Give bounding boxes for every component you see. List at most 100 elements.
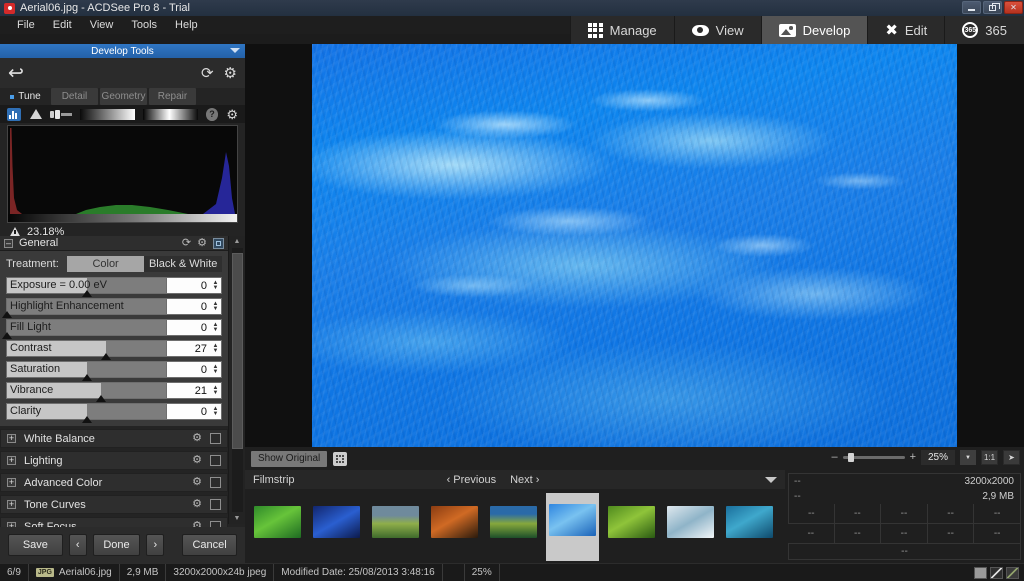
slider-vibrance-stepper[interactable]: ▲ ▼ [210,383,221,398]
thumbnail-2[interactable] [310,493,363,541]
thumbnail-1[interactable] [251,493,304,541]
general-gear-icon[interactable]: ⚙ [197,237,207,249]
slider-fill-light-value[interactable]: 0 [166,320,210,335]
slider-exposure[interactable]: Exposure = 0.00 eV 0 ▲ ▼ [6,277,222,297]
slider-clarity-stepper[interactable]: ▲ ▼ [210,404,221,419]
minimize-button[interactable] [962,1,981,14]
thumbnail-3[interactable] [369,493,422,541]
tab-tune[interactable]: Tune [2,88,49,105]
thumbnail-4[interactable] [428,493,481,541]
expand-icon[interactable]: + [7,456,16,465]
done-button[interactable]: Done [92,534,141,556]
mode-develop[interactable]: Develop [760,16,868,44]
slider-vibrance-value[interactable]: 21 [166,383,210,398]
brush-icon[interactable] [50,108,73,121]
image-canvas[interactable] [245,44,1024,447]
view-mode-3-button[interactable] [1006,566,1019,579]
thumbnail-8[interactable] [664,493,717,541]
mode-manage[interactable]: Manage [569,16,674,44]
tab-repair[interactable]: Repair [149,88,196,105]
close-button[interactable]: ✕ [1004,1,1023,14]
expand-icon[interactable]: + [7,434,16,443]
mode-edit[interactable]: ✖ Edit [867,16,945,44]
histogram-icon[interactable] [7,107,21,121]
filmstrip-next-button[interactable]: Next › [510,474,539,486]
zoom-out-button[interactable]: – [831,452,837,463]
filmstrip-chevron-down-icon[interactable] [765,476,777,483]
histogram-gear-icon[interactable]: ⚙ [226,108,238,121]
view-mode-1-button[interactable] [974,566,987,579]
photo-preview[interactable] [312,44,957,447]
help-icon[interactable]: ? [205,107,219,121]
slider-exposure-value[interactable]: 0 [166,278,210,293]
panel-lighting[interactable]: + Lighting ⚙ [0,451,228,470]
undo-arrow-icon[interactable]: ↩ [8,64,24,83]
menu-view[interactable]: View [81,18,123,32]
general-reset-icon[interactable]: ⟳ [182,237,191,249]
slider-contrast-value[interactable]: 27 [166,341,210,356]
filmstrip-previous-button[interactable]: ‹ Previous [447,474,497,486]
zoom-value[interactable]: 25% [921,450,955,465]
clipping-warning-icon[interactable] [29,108,43,121]
zoom-slider-knob[interactable] [847,453,854,462]
general-toggle-button[interactable] [213,237,224,249]
slider-saturation-value[interactable]: 0 [166,362,210,377]
slider-saturation-stepper[interactable]: ▲ ▼ [210,362,221,377]
develop-tools-header[interactable]: Develop Tools [0,44,245,58]
slider-fill-light[interactable]: Fill Light 0 ▲ ▼ [2,319,222,339]
menu-edit[interactable]: Edit [44,18,81,32]
panel-white-balance[interactable]: + White Balance ⚙ [0,429,228,448]
thumbnail-7[interactable] [605,493,658,541]
thumbnail-9[interactable] [723,493,776,541]
collapse-icon[interactable]: – [4,238,13,248]
save-button[interactable]: Save [8,534,63,556]
lighting-gear-icon[interactable]: ⚙ [192,455,202,466]
refresh-icon[interactable]: ⟳ [201,66,214,81]
chevron-down-icon[interactable] [230,48,240,53]
slider-vibrance[interactable]: Vibrance 21 ▲ ▼ [6,382,222,402]
slider-contrast-stepper[interactable]: ▲ ▼ [210,341,221,356]
tab-geometry[interactable]: Geometry [100,88,147,105]
cancel-button[interactable]: Cancel [182,534,237,556]
lighting-toggle[interactable] [210,455,221,466]
tab-detail[interactable]: Detail [51,88,98,105]
expand-icon[interactable]: + [7,500,16,509]
actual-size-button[interactable]: 1:1 [981,450,998,465]
scroll-up-icon[interactable]: ▲ [234,236,241,247]
restore-button[interactable] [983,1,1002,14]
slider-highlight-enhancement-value[interactable]: 0 [166,299,210,314]
fit-icon[interactable]: ➤ [1003,450,1020,465]
thumbnail-6-selected[interactable] [546,493,599,561]
slider-clarity-value[interactable]: 0 [166,404,210,419]
slider-highlight-enhancement[interactable]: Highlight Enhancement 0 ▲ ▼ [2,298,222,318]
slider-saturation[interactable]: Saturation 0 ▲ ▼ [6,361,222,381]
chevron-down-icon[interactable]: ▼ [960,450,976,465]
expand-icon[interactable] [333,451,348,466]
slider-contrast[interactable]: Contrast 27 ▲ ▼ [6,340,222,360]
advanced-color-gear-icon[interactable]: ⚙ [192,477,202,488]
panel-tone-curves[interactable]: + Tone Curves ⚙ [0,495,228,514]
treatment-bw-button[interactable]: Black & White [144,256,222,272]
slider-fill-light-stepper[interactable]: ▲ ▼ [210,320,221,335]
next-image-button[interactable]: › [146,534,165,556]
menu-file[interactable]: File [8,18,44,32]
menu-help[interactable]: Help [166,18,207,32]
scrollbar-thumb[interactable] [231,253,243,449]
gear-icon[interactable]: ⚙ [224,66,237,81]
mode-365[interactable]: 365 365 [944,16,1024,44]
menu-tools[interactable]: Tools [122,18,166,32]
white-balance-toggle[interactable] [210,433,221,444]
advanced-color-toggle[interactable] [210,477,221,488]
view-mode-2-button[interactable] [990,566,1003,579]
slider-highlight-enhancement-stepper[interactable]: ▲ ▼ [210,299,221,314]
treatment-color-button[interactable]: Color [66,256,145,272]
slider-clarity[interactable]: Clarity 0 ▲ ▼ [6,403,222,423]
previous-image-button[interactable]: ‹ [68,534,87,556]
adjustments-scrollbar[interactable]: ▲ ▼ [228,236,245,524]
general-panel-header[interactable]: – General ⟳ ⚙ [0,236,228,251]
tone-curves-gear-icon[interactable]: ⚙ [192,499,202,510]
zoom-slider[interactable] [842,453,905,462]
slider-exposure-stepper[interactable]: ▲ ▼ [210,278,221,293]
scrollbar-track[interactable] [231,248,243,512]
thumbnail-5[interactable] [487,493,540,541]
